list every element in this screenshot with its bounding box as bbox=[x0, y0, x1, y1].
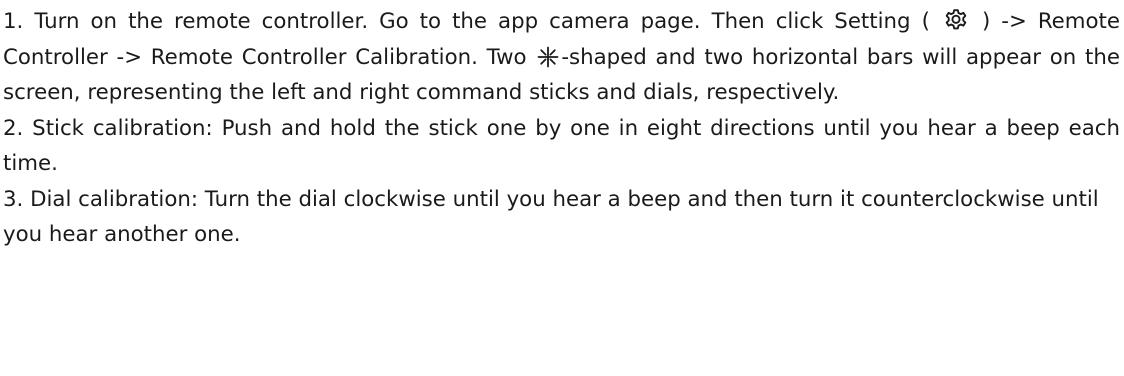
step-2-number: 2. bbox=[3, 115, 24, 141]
step-1: 1. Turn on the remote controller. Go to … bbox=[3, 4, 1120, 111]
step-3: 3. Dial calibration: Turn the dial clock… bbox=[3, 182, 1120, 253]
step-2: 2. Stick calibration: Push and hold the … bbox=[3, 111, 1120, 182]
step-3-number: 3. bbox=[3, 186, 24, 212]
gear-icon bbox=[943, 8, 969, 32]
asterisk-cross-icon bbox=[537, 46, 559, 68]
step-1-text-part-1: Turn on the remote controller. Go to the… bbox=[23, 9, 941, 34]
instruction-document: 1. Turn on the remote controller. Go to … bbox=[0, 0, 1124, 376]
step-2-text: Stick calibration: Push and hold the sti… bbox=[3, 115, 1120, 177]
step-1-number: 1. bbox=[3, 9, 24, 34]
step-3-text: Dial calibration: Turn the dial clockwis… bbox=[3, 186, 1099, 248]
